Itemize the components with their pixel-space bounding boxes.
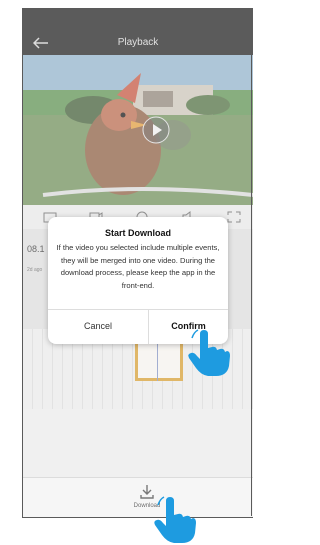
dialog-message: If the video you selected include multip… (56, 243, 220, 290)
phone-edge (251, 8, 252, 516)
tap-hand-icon-download (154, 496, 196, 543)
tap-hand-icon (188, 329, 230, 376)
cancel-button[interactable]: Cancel (48, 309, 148, 344)
start-download-dialog: Start Download If the video you selected… (48, 217, 228, 344)
phone-screen: Playback 08.1 2d ago Download Start Down… (22, 8, 253, 518)
dialog-title: Start Download (104, 228, 171, 238)
